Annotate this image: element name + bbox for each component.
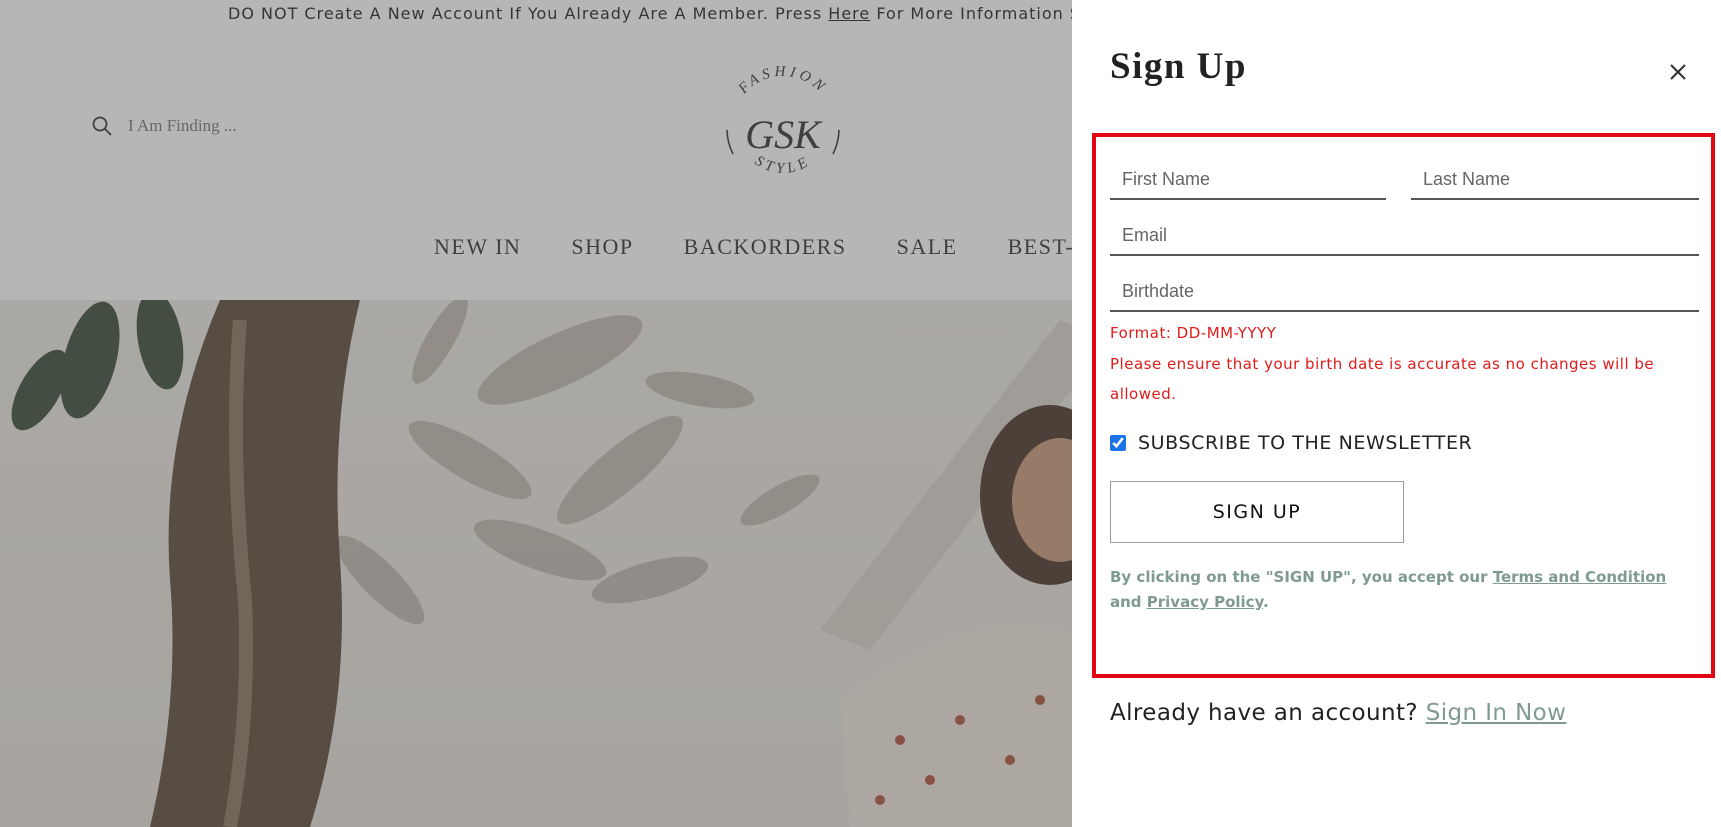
newsletter-checkbox[interactable]	[1110, 435, 1126, 451]
legal-and: and	[1110, 593, 1147, 611]
signup-button[interactable]: SIGN UP	[1110, 481, 1404, 543]
signin-prompt-text: Already have an account?	[1110, 700, 1426, 726]
privacy-policy-link[interactable]: Privacy Policy	[1147, 593, 1263, 611]
drawer-title: Sign Up	[1110, 46, 1247, 87]
newsletter-option[interactable]: SUBSCRIBE TO THE NEWSLETTER	[1110, 432, 1472, 454]
legal-notice: By clicking on the "SIGN UP", you accept…	[1110, 565, 1698, 615]
legal-prefix: By clicking on the "SIGN UP", you accept…	[1110, 568, 1493, 586]
birthdate-format-hint: Format: DD-MM-YYYY	[1110, 324, 1277, 342]
terms-link[interactable]: Terms and Condition	[1493, 568, 1667, 586]
legal-suffix: .	[1262, 593, 1269, 611]
close-icon[interactable]	[1666, 60, 1690, 84]
last-name-field[interactable]	[1411, 160, 1699, 200]
email-field[interactable]	[1110, 216, 1699, 256]
signin-prompt: Already have an account? Sign In Now	[1110, 700, 1566, 726]
newsletter-label: SUBSCRIBE TO THE NEWSLETTER	[1138, 432, 1473, 454]
signup-drawer: Sign Up Format: DD-MM-YYYY Please ensure…	[1072, 0, 1721, 827]
birthdate-warning: Please ensure that your birth date is ac…	[1110, 355, 1655, 403]
signin-now-link[interactable]: Sign In Now	[1426, 700, 1567, 726]
first-name-field[interactable]	[1110, 160, 1386, 200]
birthdate-field[interactable]	[1110, 272, 1699, 312]
